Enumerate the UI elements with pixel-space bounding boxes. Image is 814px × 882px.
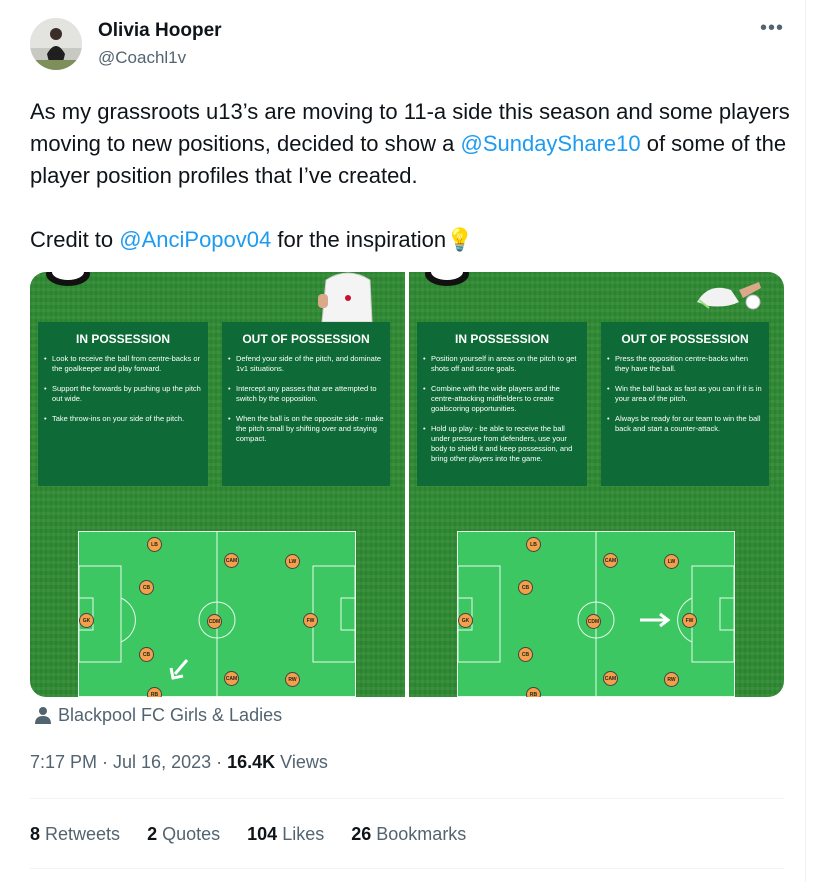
bullet-item: Defend your side of the pitch, and domin… [222,354,390,374]
avatar[interactable] [30,18,82,70]
player-marker: CAM [224,671,239,686]
player-marker: CB [139,647,154,662]
header-illustration [46,272,373,322]
tweet-meta: 7:17 PM · Jul 16, 2023 · 16.4K Views [30,752,328,773]
bullet-item: Win the ball back as fast as you can if … [601,384,769,404]
location-tag[interactable]: Blackpool FC Girls & Ladies [34,705,282,726]
likes-count: 104 [247,824,278,844]
bullet-item: Support the forwards by pushing up the p… [38,384,208,404]
divider [30,868,784,869]
player-marker: LW [664,554,679,569]
player-marker: FW [682,613,697,628]
position-profile-image[interactable]: IN POSSESSION Position yourself in areas… [409,272,784,697]
player-marker: RW [664,672,679,687]
bookmarks-label: Bookmarks [371,824,467,844]
person-icon [35,707,51,724]
likes-stat[interactable]: 104 Likes [247,824,324,844]
author-handle[interactable]: @Coachl1v [98,48,186,68]
player-marker: GK [458,613,473,628]
bullet-item: Position yourself in areas on the pitch … [417,354,587,374]
out-of-possession-box: OUT OF POSSESSION Defend your side of th… [222,322,390,486]
bullet-item: Look to receive the ball from centre-bac… [38,354,208,374]
out-of-possession-box: OUT OF POSSESSION Press the opposition c… [601,322,769,486]
box-title: OUT OF POSSESSION [242,332,370,346]
bookmarks-stat[interactable]: 26 Bookmarks [351,824,466,844]
player-marker: FW [303,613,318,628]
player-marker: CB [518,580,533,595]
box-title: IN POSSESSION [454,332,550,346]
divider [30,798,784,799]
header-illustration [425,272,761,310]
author-name[interactable]: Olivia Hooper [98,20,222,42]
player-marker: RB [147,687,162,697]
timestamp[interactable]: 7:17 PM · Jul 16, 2023 · [30,752,227,772]
likes-label: Likes [277,824,325,844]
position-profile-image[interactable]: IN POSSESSION Look to receive the ball f… [30,272,405,697]
quotes-stat[interactable]: 2 Quotes [147,824,220,844]
bullet-item: Hold up play - be able to receive the ba… [417,424,587,464]
player-marker: LB [526,537,541,552]
player-marker: LW [285,554,300,569]
bullet-item: Always be ready for our team to win the … [601,414,769,434]
player-marker: RW [285,672,300,687]
player-marker: CDM [207,614,222,629]
bullet-item: When the ball is on the opposite side - … [222,414,390,444]
mention-link[interactable]: @AnciPopov04 [119,227,271,252]
more-options-icon[interactable]: ••• [760,17,784,40]
retweets-label: Retweets [40,824,121,844]
bullet-item: Intercept any passes that are attempted … [222,384,390,404]
player-marker: CDM [586,614,601,629]
tweet-text: As my grassroots u13’s are moving to 11-… [30,96,790,256]
engagement-stats: 8 Retweets 2 Quotes 104 Likes 26 Bookmar… [30,824,488,845]
views-count: 16.4K [227,752,276,772]
retweets-stat[interactable]: 8 Retweets [30,824,120,844]
pitch-diagram: LB CB GK CB RB CAM CDM CAM LW FW RW [78,531,356,697]
player-marker: CAM [224,553,239,568]
quotes-label: Quotes [157,824,221,844]
tweet-text-part: for the inspiration💡 [271,227,474,252]
box-title: OUT OF POSSESSION [621,332,749,346]
pitch-diagram: LB CB GK CB RB CAM CDM CAM LW FW RW [457,531,735,697]
quotes-count: 2 [147,824,158,844]
bookmarks-count: 26 [351,824,372,844]
box-title: IN POSSESSION [75,332,171,346]
in-possession-box: IN POSSESSION Look to receive the ball f… [38,322,208,486]
location-text: Blackpool FC Girls & Ladies [58,705,283,725]
tweet-text-part: Credit to [30,227,120,252]
player-marker: CAM [603,553,618,568]
player-marker: LB [147,537,162,552]
player-marker: CB [139,580,154,595]
in-possession-box: IN POSSESSION Position yourself in areas… [417,322,587,486]
player-marker: RB [526,687,541,697]
retweets-count: 8 [30,824,41,844]
bullet-item: Press the opposition centre-backs when t… [601,354,769,374]
bullet-item: Take throw-ins on your side of the pitch… [38,414,208,424]
media-grid: IN POSSESSION Look to receive the ball f… [30,272,784,697]
mention-link[interactable]: @SundayShare10 [460,131,640,156]
player-marker: CAM [603,671,618,686]
player-marker: GK [79,613,94,628]
player-marker: CB [518,647,533,662]
bullet-item: Combine with the wide players and the ce… [417,384,587,414]
views-label: Views [275,752,328,772]
